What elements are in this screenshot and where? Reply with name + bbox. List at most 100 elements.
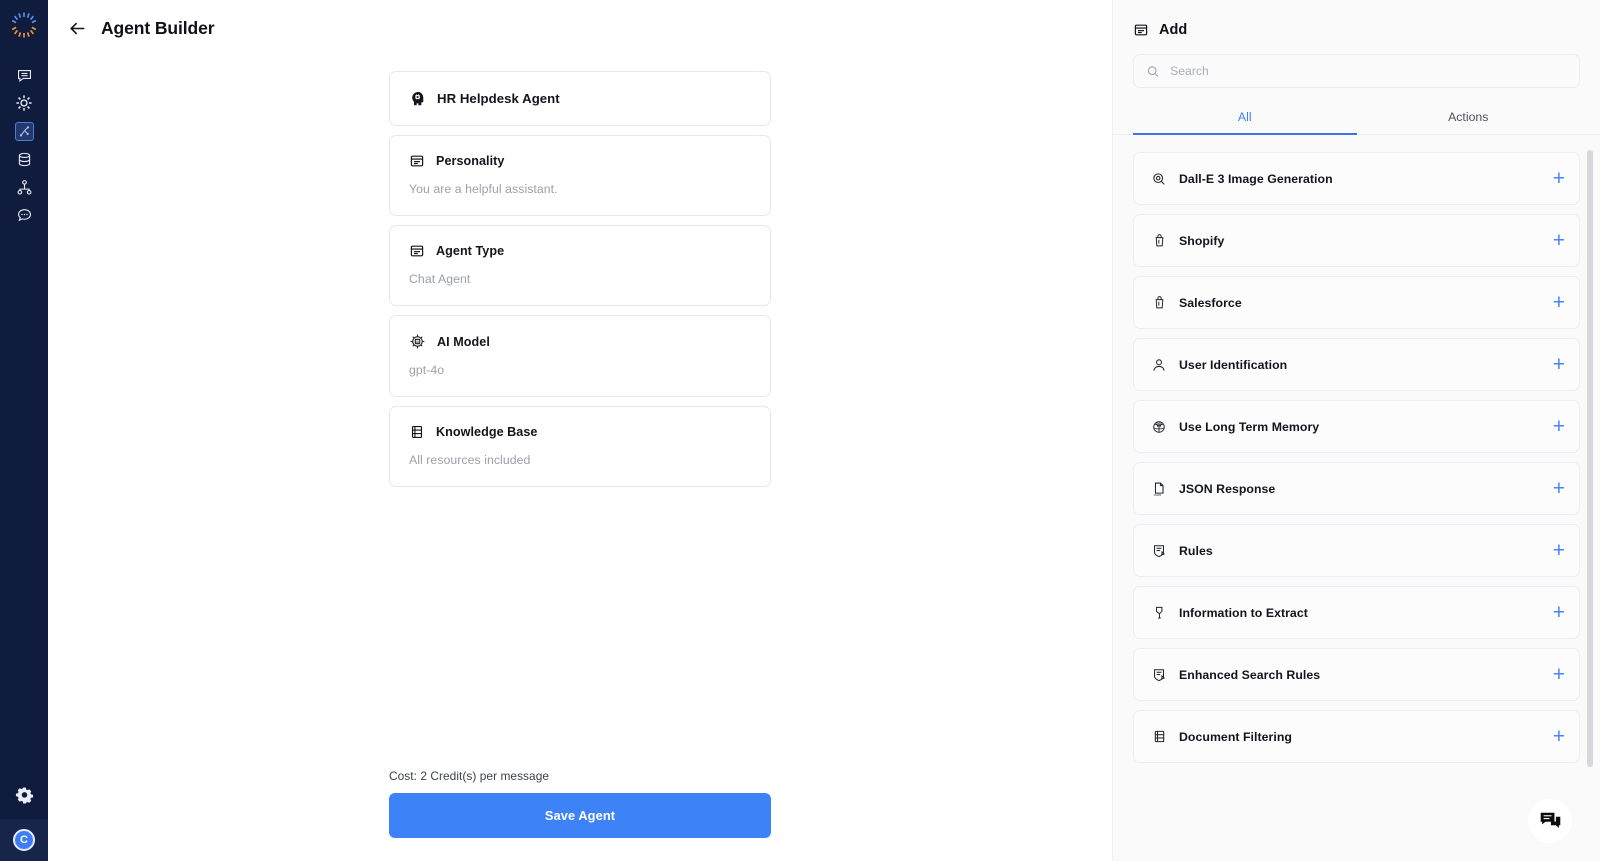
sidebar-item-knowledge[interactable] <box>0 145 48 173</box>
sidebar-item-teams[interactable] <box>0 173 48 201</box>
add-panel-header: Add <box>1113 0 1600 38</box>
page-header: Agent Builder <box>48 0 1112 39</box>
arrow-left-icon <box>70 22 85 35</box>
back-button[interactable] <box>68 19 87 38</box>
card-lines-icon <box>410 245 424 257</box>
agent-name-row: HR Helpdesk Agent <box>409 90 751 107</box>
rail-nav <box>0 61 48 229</box>
chat-dots-icon <box>17 208 31 221</box>
list-item-label: Salesforce <box>1179 295 1242 310</box>
field-header: AI AI Model <box>409 333 751 350</box>
list-item[interactable]: Enhanced Search Rules + <box>1133 648 1580 701</box>
add-item-button[interactable]: + <box>1553 168 1565 189</box>
workflow-node-icon <box>19 125 29 137</box>
add-item-button[interactable]: + <box>1553 664 1565 685</box>
sun-gear-icon <box>16 95 32 111</box>
add-panel-list-inner: Dall-E 3 Image Generation + Shopify + Sa… <box>1133 150 1580 763</box>
field-card-ai-model[interactable]: AI AI Model gpt-4o <box>389 315 771 397</box>
org-tree-icon <box>17 179 31 195</box>
sidebar-item-automations[interactable] <box>0 89 48 117</box>
tab-all[interactable]: All <box>1133 102 1357 135</box>
list-item[interactable]: JSON JSON Response + <box>1133 462 1580 515</box>
sidebar-item-messages[interactable] <box>0 201 48 229</box>
list-item[interactable]: Rules + <box>1133 524 1580 577</box>
list-item-label: Shopify <box>1179 233 1225 248</box>
list-item-label: User Identification <box>1179 357 1288 372</box>
list-item-label: Rules <box>1179 543 1213 558</box>
radial-burst-logo-icon <box>11 12 37 38</box>
add-item-button[interactable]: + <box>1553 602 1565 623</box>
add-item-button[interactable]: + <box>1553 540 1565 561</box>
extract-pin-icon <box>1150 605 1168 620</box>
app-root: C Agent Builder HR Helpdesk Agent Person… <box>0 0 1600 861</box>
search-input[interactable] <box>1170 64 1567 78</box>
sidebar-item-agent-builder[interactable] <box>0 117 48 145</box>
magnifier-image-icon <box>1150 171 1168 187</box>
field-card-personality[interactable]: Personality You are a helpful assistant. <box>389 135 771 216</box>
person-icon <box>1150 357 1168 373</box>
add-panel: Add All Actions <box>1112 0 1600 861</box>
left-rail: C <box>0 0 48 861</box>
agent-name-card[interactable]: HR Helpdesk Agent <box>389 71 771 126</box>
field-label: Agent Type <box>436 244 505 258</box>
list-item-label: Dall-E 3 Image Generation <box>1179 171 1333 186</box>
settings-button[interactable] <box>0 775 48 815</box>
field-value: You are a helpful assistant. <box>409 182 558 196</box>
field-value: All resources included <box>409 453 531 467</box>
add-item-button[interactable]: + <box>1553 478 1565 499</box>
list-item[interactable]: Document Filtering + <box>1133 710 1580 763</box>
save-agent-button[interactable]: Save Agent <box>389 793 771 838</box>
app-logo[interactable] <box>0 1 48 49</box>
add-item-button[interactable]: + <box>1553 416 1565 437</box>
field-header: Agent Type <box>409 243 751 259</box>
add-item-button[interactable]: + <box>1553 354 1565 375</box>
add-panel-tabs: All Actions <box>1113 102 1600 135</box>
add-item-button[interactable]: + <box>1553 292 1565 313</box>
card-lines-icon <box>410 155 424 167</box>
list-item[interactable]: Use Long Term Memory + <box>1133 400 1580 453</box>
agent-config-cards: HR Helpdesk Agent Personality You are a … <box>389 71 771 487</box>
add-panel-title: Add <box>1159 22 1188 38</box>
brain-icon <box>1150 419 1168 435</box>
field-label: AI Model <box>437 334 490 349</box>
search-box[interactable] <box>1133 54 1580 88</box>
field-card-knowledge-base[interactable]: Knowledge Base All resources included <box>389 406 771 487</box>
field-value: gpt-4o <box>409 363 445 377</box>
knowledge-stack-icon <box>1150 729 1168 744</box>
list-item-label: Enhanced Search Rules <box>1179 667 1321 682</box>
field-header: Knowledge Base <box>409 424 751 440</box>
tab-actions[interactable]: Actions <box>1357 102 1581 135</box>
chat-bubble-lines-icon <box>17 69 31 82</box>
active-indicator <box>14 121 34 141</box>
add-item-button[interactable]: + <box>1553 230 1565 251</box>
add-item-button[interactable]: + <box>1553 726 1565 747</box>
main-content: Agent Builder HR Helpdesk Agent Personal… <box>48 0 1112 861</box>
list-item-label: Use Long Term Memory <box>1179 419 1320 434</box>
knowledge-stack-icon <box>411 426 423 439</box>
field-label: Personality <box>436 154 505 168</box>
list-item[interactable]: Salesforce + <box>1133 276 1580 329</box>
shopping-bag-icon <box>1150 233 1168 248</box>
user-avatar-button[interactable]: C <box>0 819 48 861</box>
list-item[interactable]: User Identification + <box>1133 338 1580 391</box>
ai-chip-icon: AI <box>410 334 425 349</box>
json-file-icon: JSON <box>1150 481 1168 497</box>
sidebar-item-conversations[interactable] <box>0 61 48 89</box>
save-section: Cost: 2 Credit(s) per message Save Agent <box>48 769 1112 838</box>
list-item[interactable]: Information to Extract + <box>1133 586 1580 639</box>
gear-icon <box>15 787 33 803</box>
database-icon <box>18 152 30 166</box>
list-item-label: Information to Extract <box>1179 605 1308 620</box>
field-label: Knowledge Base <box>436 425 538 439</box>
list-item-label: JSON Response <box>1179 481 1276 496</box>
head-gear-icon <box>412 91 424 106</box>
list-item[interactable]: Shopify + <box>1133 214 1580 267</box>
field-header: Personality <box>409 153 751 169</box>
chat-widget-button[interactable] <box>1528 799 1572 843</box>
panel-scrollbar[interactable] <box>1587 150 1593 767</box>
search-icon <box>1147 65 1159 77</box>
add-panel-list: Dall-E 3 Image Generation + Shopify + Sa… <box>1113 150 1600 765</box>
list-item[interactable]: Dall-E 3 Image Generation + <box>1133 152 1580 205</box>
field-card-agent-type[interactable]: Agent Type Chat Agent <box>389 225 771 306</box>
agent-name-label: HR Helpdesk Agent <box>437 91 560 106</box>
